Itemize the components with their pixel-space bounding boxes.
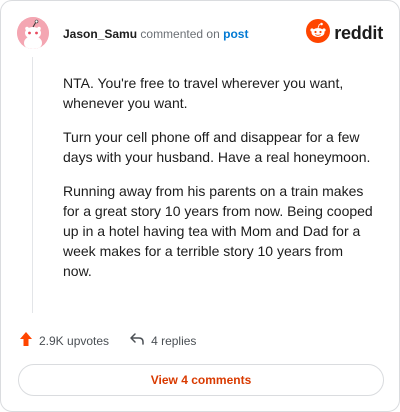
comment-paragraph: Running away from his parents on a train… xyxy=(63,183,373,279)
upvotes[interactable]: 2.9K upvotes xyxy=(19,331,109,350)
reply-count: 4 replies xyxy=(151,333,197,348)
embedded-comment-card: Jason_Samu commented on post reddit NTA.… xyxy=(0,0,400,412)
thread-line xyxy=(32,57,33,313)
reddit-alien-icon xyxy=(306,19,331,48)
view-comments-button[interactable]: View 4 comments xyxy=(18,364,384,396)
upvote-count: 2.9K upvotes xyxy=(39,333,110,348)
comment-footer: 2.9K upvotes 4 replies xyxy=(19,331,196,350)
comment-paragraph: NTA. You're free to travel wherever you … xyxy=(63,75,344,111)
reddit-brand[interactable]: reddit xyxy=(306,19,383,48)
action-text: commented on xyxy=(140,27,220,41)
comment-paragraph: Turn your cell phone off and disappear f… xyxy=(63,129,371,165)
replies[interactable]: 4 replies xyxy=(129,332,196,349)
avatar[interactable] xyxy=(17,17,49,49)
reply-arrow-icon xyxy=(129,332,145,349)
comment-body: NTA. You're free to travel wherever you … xyxy=(63,73,373,295)
comment-header: Jason_Samu commented on post xyxy=(63,27,248,41)
reddit-wordmark: reddit xyxy=(334,23,383,43)
upvote-arrow-icon xyxy=(19,331,33,350)
username[interactable]: Jason_Samu xyxy=(63,27,137,41)
post-link[interactable]: post xyxy=(223,27,248,41)
